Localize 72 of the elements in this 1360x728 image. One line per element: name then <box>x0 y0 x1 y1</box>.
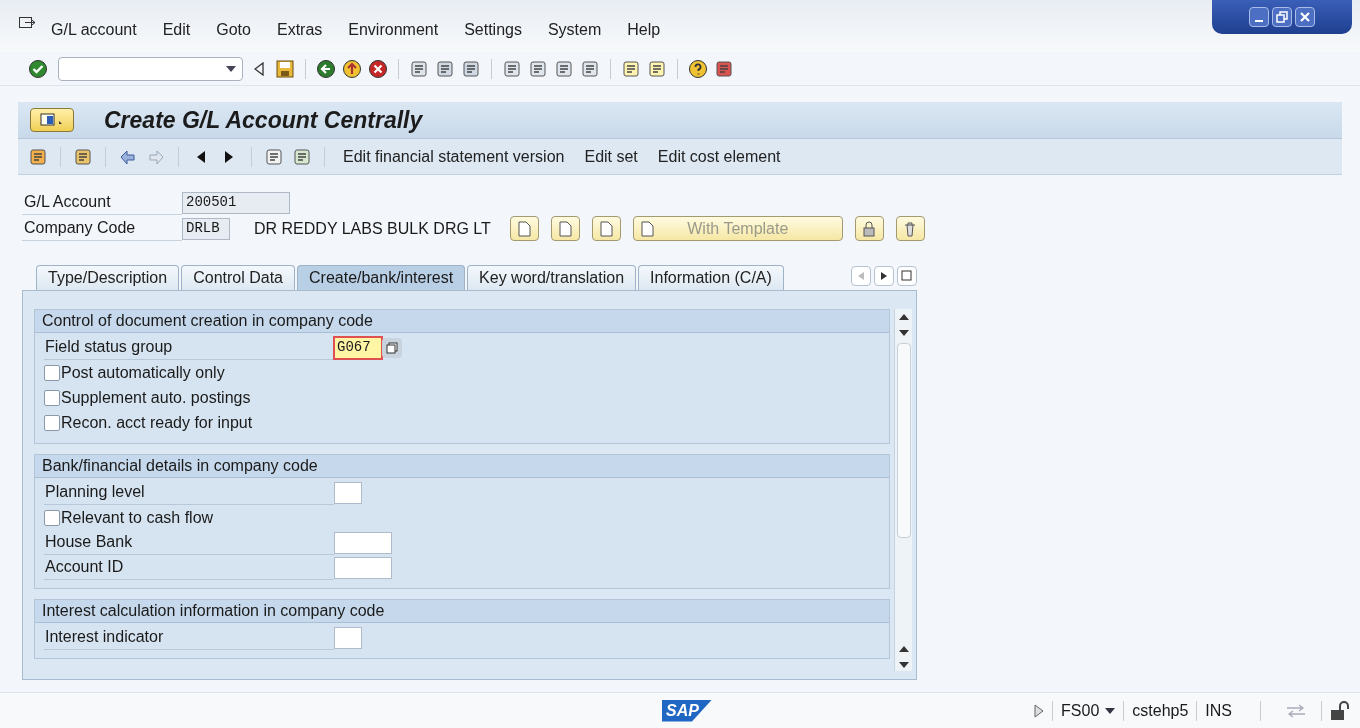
menu-item[interactable]: Environment <box>348 18 439 42</box>
scroll-down-icon[interactable] <box>898 329 909 337</box>
menu-item[interactable]: System <box>547 18 602 42</box>
toolbar-button[interactable]: Edit financial statement version <box>337 143 571 170</box>
checkbox-label: Recon. acct ready for input <box>61 412 253 433</box>
caret-icon <box>1105 707 1116 714</box>
close-icon[interactable] <box>1295 7 1315 27</box>
checkbox-label: Supplement auto. postings <box>61 387 251 408</box>
screen-title: Create G/L Account Centrally <box>104 105 423 135</box>
help-icon[interactable] <box>688 58 708 79</box>
value-help-icon[interactable] <box>382 337 402 358</box>
checkbox-label: Post automatically only <box>61 362 225 383</box>
insert-mode: INS <box>1205 700 1232 721</box>
back-icon[interactable] <box>316 58 336 79</box>
input-field[interactable] <box>334 626 362 649</box>
toolbar-button[interactable]: Edit cost element <box>651 143 787 170</box>
sap-logo: SAP <box>662 699 712 722</box>
tab[interactable]: Key word/translation <box>467 265 637 290</box>
enter-icon[interactable] <box>28 58 48 79</box>
menu-item[interactable]: Extras <box>276 18 323 42</box>
group-title: Control of document creation in company code <box>35 310 889 333</box>
input-field[interactable] <box>334 481 362 504</box>
checkbox[interactable] <box>44 389 60 406</box>
lock-icon[interactable] <box>854 216 884 241</box>
field-label: Account ID <box>44 555 334 580</box>
checkbox-label: Relevant to cash flow <box>61 507 214 528</box>
input-field[interactable]: G067 <box>334 336 382 359</box>
company-name: DR REDDY LABS BULK DRG LT <box>254 218 491 239</box>
exit-icon[interactable] <box>342 58 362 79</box>
save-icon[interactable] <box>275 58 295 79</box>
tab[interactable]: Control Data <box>181 265 295 290</box>
field-label: Interest indicator <box>44 625 334 650</box>
transaction-code[interactable]: FS00 <box>1061 698 1116 723</box>
menu-item[interactable]: Help <box>627 18 661 42</box>
scroll-down-icon[interactable] <box>898 661 909 669</box>
cancel-icon[interactable] <box>368 58 388 79</box>
document-icon[interactable] <box>292 146 312 167</box>
server-name: cstehp5 <box>1132 700 1189 721</box>
tab[interactable]: Type/Description <box>36 265 180 290</box>
menu-button[interactable] <box>30 108 74 132</box>
document-icon <box>639 220 654 237</box>
input-field[interactable] <box>334 556 392 579</box>
minimize-icon[interactable] <box>1249 7 1269 27</box>
scroll-up-icon[interactable] <box>898 313 909 321</box>
checkbox[interactable] <box>44 414 60 431</box>
screen-icon <box>39 112 65 128</box>
menu-item[interactable]: Edit <box>162 18 191 42</box>
restore-icon[interactable] <box>1272 7 1292 27</box>
scroll-up-icon[interactable] <box>898 645 909 653</box>
menu-item[interactable]: Goto <box>216 18 251 42</box>
group-title: Bank/financial details in company code <box>35 455 889 478</box>
create-icon[interactable] <box>591 216 621 241</box>
menu-item[interactable]: G/L account <box>51 18 137 42</box>
input-field[interactable]: DRLB <box>182 217 230 240</box>
command-field[interactable] <box>58 56 243 81</box>
field-label: House Bank <box>44 530 334 555</box>
unlock-icon[interactable] <box>1330 700 1352 721</box>
tab[interactable]: Information (C/A) <box>638 265 784 290</box>
scroll-right-icon[interactable] <box>874 266 894 286</box>
delete-icon[interactable] <box>895 216 925 241</box>
field-label: Planning level <box>44 480 334 505</box>
checkbox[interactable] <box>44 509 60 526</box>
toolbar-button[interactable]: Edit set <box>578 143 644 170</box>
caret-icon[interactable] <box>226 65 236 72</box>
input-field[interactable] <box>334 531 392 554</box>
group-title: Interest calculation information in company code <box>35 600 889 623</box>
input-field[interactable]: 200501 <box>182 191 290 214</box>
triangle-right-icon[interactable] <box>1034 703 1045 718</box>
menu-item[interactable]: Settings <box>464 18 522 42</box>
scrollbar[interactable] <box>894 309 912 671</box>
checkbox[interactable] <box>44 364 60 381</box>
tab[interactable]: Create/bank/interest <box>297 265 466 290</box>
